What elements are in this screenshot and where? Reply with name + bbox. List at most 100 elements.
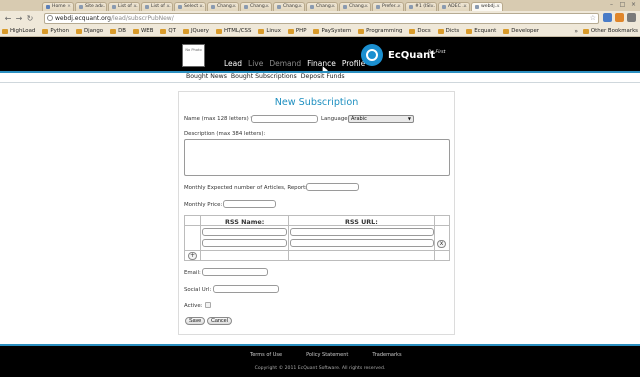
rss-name-input[interactable]	[202, 228, 287, 236]
bookmark-label: PaySystem	[321, 28, 352, 34]
articles-input[interactable]	[306, 183, 359, 191]
nav-live[interactable]: Live	[248, 59, 263, 68]
close-tab-icon[interactable]: ×	[397, 3, 401, 11]
add-row-button[interactable]: +	[188, 252, 197, 260]
browser-tab[interactable]: List of ... ×	[108, 2, 140, 11]
name-input[interactable]	[251, 115, 318, 123]
folder-icon	[313, 28, 320, 34]
browser-tab[interactable]: #1 (ISI... ×	[405, 2, 437, 11]
bookmark-folder[interactable]: PHP	[287, 28, 306, 34]
folder-icon	[42, 28, 49, 34]
bookmark-label: JQuery	[190, 28, 209, 34]
bookmark-folder[interactable]: Django	[76, 28, 103, 34]
reload-icon[interactable]: ↻	[25, 14, 35, 24]
other-bookmarks[interactable]: Other Bookmarks	[582, 28, 638, 34]
folder-icon	[258, 28, 265, 34]
close-tab-icon[interactable]: ×	[430, 3, 434, 11]
close-tab-icon[interactable]: ×	[496, 3, 500, 11]
close-tab-icon[interactable]: ×	[331, 3, 335, 11]
subnav-bought-news[interactable]: Bought News	[186, 73, 227, 80]
browser-tab[interactable]: Site ad... ×	[75, 2, 107, 11]
bookmark-folder[interactable]: DB	[110, 28, 126, 34]
browser-tab-strip: Home × Site ad... × List of ... × List of .…	[0, 0, 640, 11]
bookmark-folder[interactable]: QT	[160, 28, 176, 34]
cancel-button[interactable]: Cancel	[207, 317, 232, 325]
rss-col-divider	[434, 216, 435, 260]
minimize-icon[interactable]: –	[607, 1, 616, 8]
footer-links: Terms of Use Policy Statement Trademarks	[250, 352, 426, 358]
avatar[interactable]: No Photo	[182, 44, 205, 67]
browser-tab[interactable]: ADEC ... ×	[438, 2, 470, 11]
browser-tab[interactable]: Select ... ×	[174, 2, 206, 11]
tab-label: Home	[52, 4, 66, 9]
rss-name-header: RSS Name:	[225, 218, 265, 226]
bookmark-folder[interactable]: WEB	[132, 28, 153, 34]
browser-tab[interactable]: Prefer... ×	[372, 2, 404, 11]
close-tab-icon[interactable]: ×	[100, 3, 104, 11]
bookmark-folder[interactable]: Developer	[503, 28, 539, 34]
bookmark-folder[interactable]: Dicts	[437, 28, 459, 34]
bookmark-folder[interactable]: HTML/CSS	[215, 28, 251, 34]
browser-tab[interactable]: List of ... ×	[141, 2, 173, 11]
extension-icon[interactable]	[615, 13, 624, 22]
price-label: Monthly Price:	[184, 202, 223, 208]
close-window-icon[interactable]: ×	[629, 1, 638, 8]
bookmark-folder[interactable]: Python	[42, 28, 69, 34]
bookmark-folder[interactable]: Ecquant	[466, 28, 496, 34]
footer-link-policy[interactable]: Policy Statement	[306, 352, 348, 358]
bookmark-folder[interactable]: HighLoad	[2, 28, 35, 34]
footer-link-trademarks[interactable]: Trademarks	[372, 352, 401, 358]
browser-tab[interactable]: Chang... ×	[339, 2, 371, 11]
close-tab-icon[interactable]: ×	[364, 3, 368, 11]
save-button[interactable]: Save	[185, 317, 206, 325]
social-url-input[interactable]	[213, 285, 279, 293]
rss-name-input[interactable]	[202, 239, 287, 247]
close-tab-icon[interactable]: ×	[232, 3, 236, 11]
description-textarea[interactable]	[184, 139, 450, 176]
footer-link-terms[interactable]: Terms of Use	[250, 352, 282, 358]
language-select[interactable]: Arabic ▼	[348, 115, 414, 123]
subnav-bought-subscriptions[interactable]: Bought Subscriptions	[231, 73, 297, 80]
extension-icon[interactable]	[603, 13, 612, 22]
site-footer	[0, 346, 640, 377]
maximize-icon[interactable]: □	[618, 1, 627, 8]
close-tab-icon[interactable]: ×	[199, 3, 203, 11]
bookmark-label: Django	[84, 28, 104, 34]
nav-lead[interactable]: Lead	[224, 59, 242, 68]
close-tab-icon[interactable]: ×	[67, 3, 71, 11]
bookmark-folder[interactable]: JQuery	[182, 28, 209, 34]
browser-tab-active[interactable]: webdj... ×	[471, 2, 503, 11]
nav-demand[interactable]: Demand	[269, 59, 301, 68]
bookmark-folder[interactable]: Programming	[358, 28, 402, 34]
browser-tab[interactable]: Home ×	[42, 2, 74, 11]
new-subscription-form: New Subscription Name (max 128 letters) …	[178, 91, 455, 335]
bookmark-label: QT	[168, 28, 176, 34]
subnav-deposit-funds[interactable]: Deposit Funds	[301, 73, 345, 80]
remove-row-button[interactable]: x	[437, 240, 446, 248]
bookmark-folder[interactable]: Linux	[258, 28, 281, 34]
close-tab-icon[interactable]: ×	[265, 3, 269, 11]
forward-arrow-icon[interactable]: →	[14, 14, 24, 24]
browser-tab[interactable]: Chang... ×	[306, 2, 338, 11]
close-tab-icon[interactable]: ×	[298, 3, 302, 11]
rss-url-input[interactable]	[290, 228, 434, 236]
close-tab-icon[interactable]: ×	[133, 3, 137, 11]
name-label: Name (max 128 letters) *:	[184, 116, 255, 122]
back-arrow-icon[interactable]: ←	[3, 14, 13, 24]
bookmarks-overflow-chevron[interactable]: »	[574, 28, 578, 35]
close-tab-icon[interactable]: ×	[463, 3, 467, 11]
wrench-icon[interactable]	[627, 13, 636, 22]
bookmark-folder[interactable]: PaySystem	[313, 28, 351, 34]
email-input[interactable]	[202, 268, 268, 276]
browser-tab[interactable]: Chang... ×	[273, 2, 305, 11]
browser-tab[interactable]: Chang... ×	[240, 2, 272, 11]
close-tab-icon[interactable]: ×	[166, 3, 170, 11]
address-bar[interactable]: webdj.ecquant.org/lead/subscrPubNew/ ☆	[44, 13, 599, 24]
bookmark-folder[interactable]: Docs	[409, 28, 431, 34]
star-icon[interactable]: ☆	[590, 14, 596, 23]
price-input[interactable]	[223, 200, 276, 208]
bookmark-label: Ecquant	[474, 28, 497, 34]
browser-tab[interactable]: Chang... ×	[207, 2, 239, 11]
rss-url-input[interactable]	[290, 239, 434, 247]
active-checkbox[interactable]	[205, 302, 211, 308]
